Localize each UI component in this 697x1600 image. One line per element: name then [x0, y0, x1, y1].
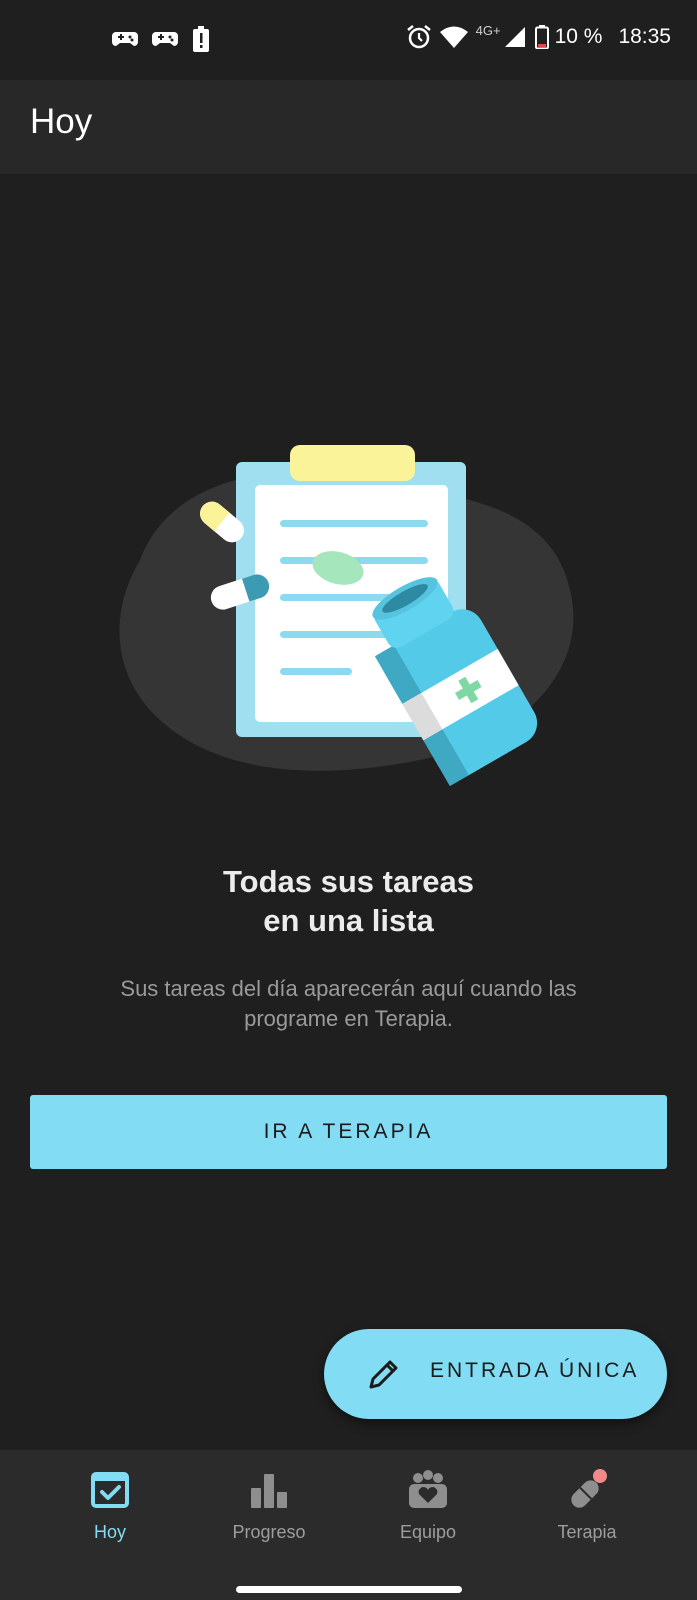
bar-chart-icon: [251, 1474, 287, 1508]
notification-dot: [593, 1469, 607, 1483]
nav-item-terapia[interactable]: Terapia: [507, 1468, 667, 1558]
team-heart-icon: [409, 1470, 447, 1508]
nav-label-terapia: Terapia: [557, 1522, 617, 1542]
battery-alert-icon: [193, 26, 209, 52]
nav-label-equipo: Equipo: [399, 1522, 457, 1542]
network-type: 4G+: [475, 22, 501, 38]
empty-state-subtitle: Sus tareas del día aparecerán aquí cuand…: [60, 974, 637, 1034]
single-entry-label: ENTRADA ÚNICA: [430, 1359, 640, 1382]
nav-label-hoy: Hoy: [93, 1522, 126, 1542]
clock: 18:35: [618, 25, 671, 48]
clip-shape: [290, 445, 415, 481]
app-bar: Hoy: [0, 80, 697, 174]
single-entry-fab[interactable]: ENTRADA ÚNICA: [324, 1329, 667, 1419]
empty-state-subtitle-line2: programe en Terapia.: [244, 1006, 453, 1031]
game-controller-icon: [152, 32, 178, 46]
tasks-illustration: [119, 445, 574, 787]
page-title: Hoy: [30, 102, 93, 141]
home-indicator[interactable]: [236, 1586, 462, 1593]
nav-item-hoy[interactable]: Hoy: [30, 1468, 190, 1558]
nav-item-equipo[interactable]: Equipo: [348, 1468, 508, 1558]
nav-item-progreso[interactable]: Progreso: [189, 1468, 349, 1558]
status-bar: 4G+ 10 % 18:35: [0, 0, 697, 80]
empty-state-title-line2: en una lista: [263, 903, 434, 938]
pencil-icon: [369, 1360, 398, 1389]
go-to-therapy-label: IR A TERAPIA: [263, 1120, 434, 1143]
empty-state-title-line1: Todas sus tareas: [223, 864, 474, 899]
pill-icon: [571, 1469, 607, 1508]
calendar-check-icon: [91, 1472, 129, 1508]
battery-icon: [534, 25, 549, 49]
wifi-icon: [439, 26, 468, 48]
game-controller-icon: [112, 32, 138, 46]
battery-percent: 10 %: [554, 25, 603, 48]
alarm-icon: [406, 25, 431, 49]
empty-state-subtitle-line1: Sus tareas del día aparecerán aquí cuand…: [120, 976, 577, 1001]
status-notifications: [112, 26, 210, 52]
bottom-navigation: Hoy Progreso Equipo Terapia: [0, 1450, 697, 1600]
go-to-therapy-button[interactable]: IR A TERAPIA: [30, 1095, 667, 1169]
signal-icon: [504, 27, 525, 47]
empty-state-title: Todas sus tareas en una lista: [0, 862, 697, 940]
status-system: 4G+ 10 % 18:35: [406, 22, 671, 50]
nav-label-progreso: Progreso: [232, 1522, 306, 1542]
